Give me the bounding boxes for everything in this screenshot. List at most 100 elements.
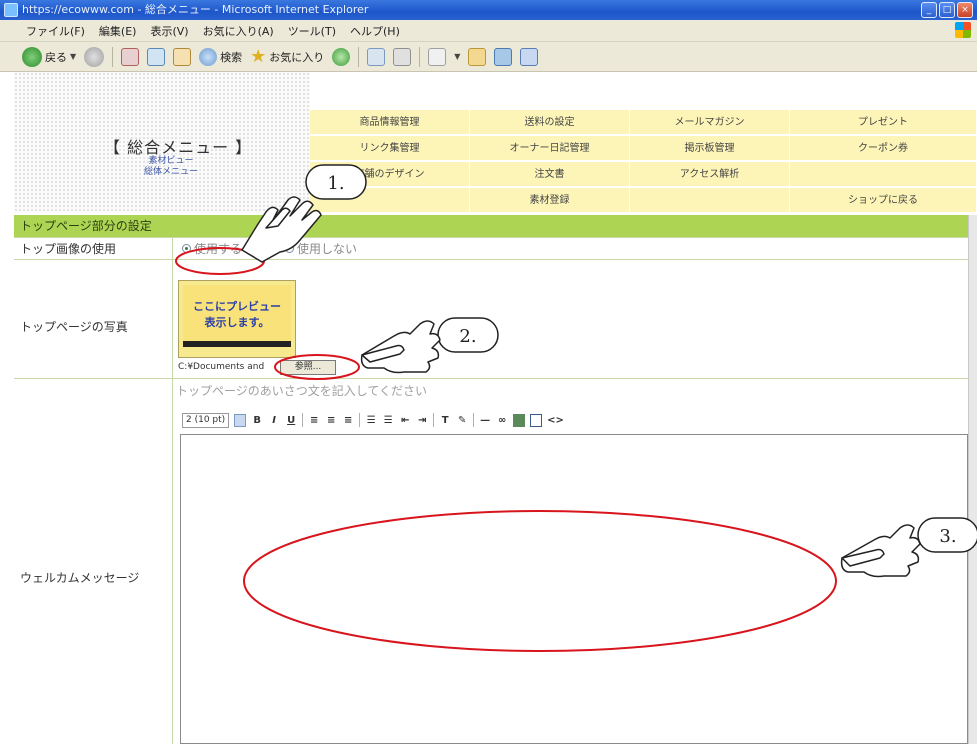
preview-placeholder: ここにプレビュー 表示します。 [183, 285, 291, 347]
toolbar-separator [473, 413, 475, 427]
menu-item-order-form[interactable]: 注文書 [470, 162, 630, 187]
horizontal-rule-icon[interactable]: — [479, 414, 491, 427]
stop-icon[interactable] [121, 47, 140, 66]
sub-link-material-view[interactable]: 素材ビュー [144, 156, 198, 167]
browse-button[interactable]: 参照... [280, 360, 336, 375]
preview-text: ここにプレビュー 表示します。 [193, 300, 281, 329]
window-controls: _ □ × [921, 2, 973, 18]
toolbar-separator [112, 46, 114, 67]
image-preview: ここにプレビュー 表示します。 [178, 280, 296, 358]
row-divider [14, 378, 977, 379]
forward-button[interactable] [84, 46, 105, 67]
menu-item-product-info[interactable]: 商品情報管理 [310, 110, 470, 135]
radio-no-use[interactable]: 使用しない [285, 240, 357, 257]
back-label: 戻る [45, 50, 67, 64]
header-sub-links: 素材ビュー 総体メニュー [144, 156, 198, 178]
messenger-icon[interactable] [494, 47, 513, 66]
menu-header-panel: 【 総合メニュー 】 素材ビュー 総体メニュー [14, 72, 310, 213]
menu-view[interactable]: 表示(V) [150, 23, 188, 39]
link-icon[interactable]: ∞ [496, 414, 508, 427]
menu-item-bbs[interactable]: 掲示板管理 [630, 136, 790, 161]
home-icon[interactable] [173, 47, 192, 66]
sub-link-general-menu[interactable]: 総体メニュー [144, 167, 198, 178]
menu-item-shop-design[interactable]: 店舗のデザイン [310, 162, 470, 187]
discuss-icon[interactable] [520, 47, 539, 66]
column-divider [172, 237, 173, 744]
menu-item-links[interactable]: リンク集管理 [310, 136, 470, 161]
menu-item-owner-diary[interactable]: オーナー日記管理 [470, 136, 630, 161]
close-button[interactable]: × [957, 2, 973, 18]
admin-menu-grid: 商品情報管理 送料の設定 メールマガジン プレゼント リンク集管理 オーナー日記… [310, 110, 977, 213]
history-icon[interactable] [332, 47, 351, 66]
star-icon: ★ [250, 45, 267, 67]
highlight-icon[interactable]: ✎ [456, 414, 468, 427]
menu-favorites[interactable]: お気に入り(A) [203, 23, 274, 39]
menu-item-shipping[interactable]: 送料の設定 [470, 110, 630, 135]
print-icon[interactable] [393, 47, 412, 66]
align-right-icon[interactable]: ≡ [342, 414, 354, 427]
welcome-message-editor[interactable] [180, 434, 968, 744]
table-icon[interactable] [530, 413, 543, 427]
row-divider [14, 259, 977, 260]
window-title: https://ecowww.com - 総合メニュー - Microsoft … [22, 3, 369, 16]
maximize-button[interactable]: □ [939, 2, 955, 18]
chevron-down-icon: ▼ [70, 52, 77, 61]
search-icon [199, 47, 218, 66]
photo-label: トップページの写真 [20, 320, 128, 334]
radio-use[interactable]: 使用する [182, 240, 242, 257]
search-label: 検索 [220, 50, 243, 64]
radio-button-unchecked[interactable] [285, 244, 294, 253]
menu-item-empty [790, 162, 977, 187]
outdent-icon[interactable]: ⇤ [399, 414, 411, 427]
minimize-button[interactable]: _ [921, 2, 937, 18]
align-center-icon[interactable]: ≡ [325, 414, 337, 427]
radio-button-checked[interactable] [182, 244, 191, 253]
ie-icon [4, 3, 18, 17]
menu-item-empty [310, 188, 470, 213]
welcome-label: ウェルカムメッセージ [20, 571, 140, 585]
menu-item-back-to-shop[interactable]: ショップに戻る [790, 188, 977, 213]
align-left-icon[interactable]: ≡ [308, 414, 320, 427]
color-icon[interactable] [234, 413, 247, 427]
bold-icon[interactable]: B [251, 414, 263, 427]
underline-icon[interactable]: U [285, 414, 297, 427]
image-icon[interactable] [513, 413, 526, 427]
section-header: トップページ部分の設定 [14, 215, 977, 237]
editor-toolbar: 2 (10 pt) B I U ≡ ≡ ≡ ☰ ☰ ⇤ ⇥ T ✎ — ∞ <> [182, 410, 652, 430]
refresh-icon[interactable] [147, 47, 166, 66]
search-button[interactable]: 検索 [199, 47, 243, 66]
menu-item-mail-magazine[interactable]: メールマガジン [630, 110, 790, 135]
indent-icon[interactable]: ⇥ [416, 414, 428, 427]
favorites-label: お気に入り [269, 50, 325, 64]
source-code-icon[interactable]: <> [547, 414, 564, 427]
toolbar-separator [419, 46, 421, 67]
menu-file[interactable]: ファイル(F) [26, 23, 85, 39]
font-size-select[interactable]: 2 (10 pt) [182, 412, 230, 428]
vertical-scrollbar[interactable] [968, 215, 977, 744]
forward-arrow-icon [84, 46, 105, 67]
menu-bar: ファイル(F) 編集(E) 表示(V) お気に入り(A) ツール(T) ヘルプ(… [0, 20, 977, 42]
text-color-icon[interactable]: T [439, 414, 451, 427]
menu-item-empty [630, 188, 790, 213]
menu-edit[interactable]: 編集(E) [99, 23, 137, 39]
unordered-list-icon[interactable]: ☰ [382, 414, 394, 427]
ordered-list-icon[interactable]: ☰ [365, 414, 377, 427]
folder-icon[interactable] [468, 47, 487, 66]
radio-use-label: 使用する [194, 242, 243, 256]
mail-icon[interactable] [367, 47, 386, 66]
italic-icon[interactable]: I [268, 414, 280, 427]
menu-tools[interactable]: ツール(T) [288, 23, 336, 39]
back-arrow-icon [22, 46, 42, 67]
favorites-button[interactable]: ★ お気に入り [250, 45, 325, 67]
menu-item-coupon[interactable]: クーポン券 [790, 136, 977, 161]
menu-item-present[interactable]: プレゼント [790, 110, 977, 135]
menu-item-access-analysis[interactable]: アクセス解析 [630, 162, 790, 187]
menu-help[interactable]: ヘルプ(H) [350, 23, 400, 39]
back-button[interactable]: 戻る ▼ [22, 46, 77, 67]
menu-item-material-register[interactable]: 素材登録 [470, 188, 630, 213]
browser-window: https://ecowww.com - 総合メニュー - Microsoft … [0, 0, 977, 744]
radio-no-use-label: 使用しない [297, 242, 358, 256]
file-path-input[interactable]: C:¥Documents and [178, 362, 264, 372]
edit-icon[interactable] [428, 47, 447, 66]
toolbar-separator [433, 413, 435, 427]
